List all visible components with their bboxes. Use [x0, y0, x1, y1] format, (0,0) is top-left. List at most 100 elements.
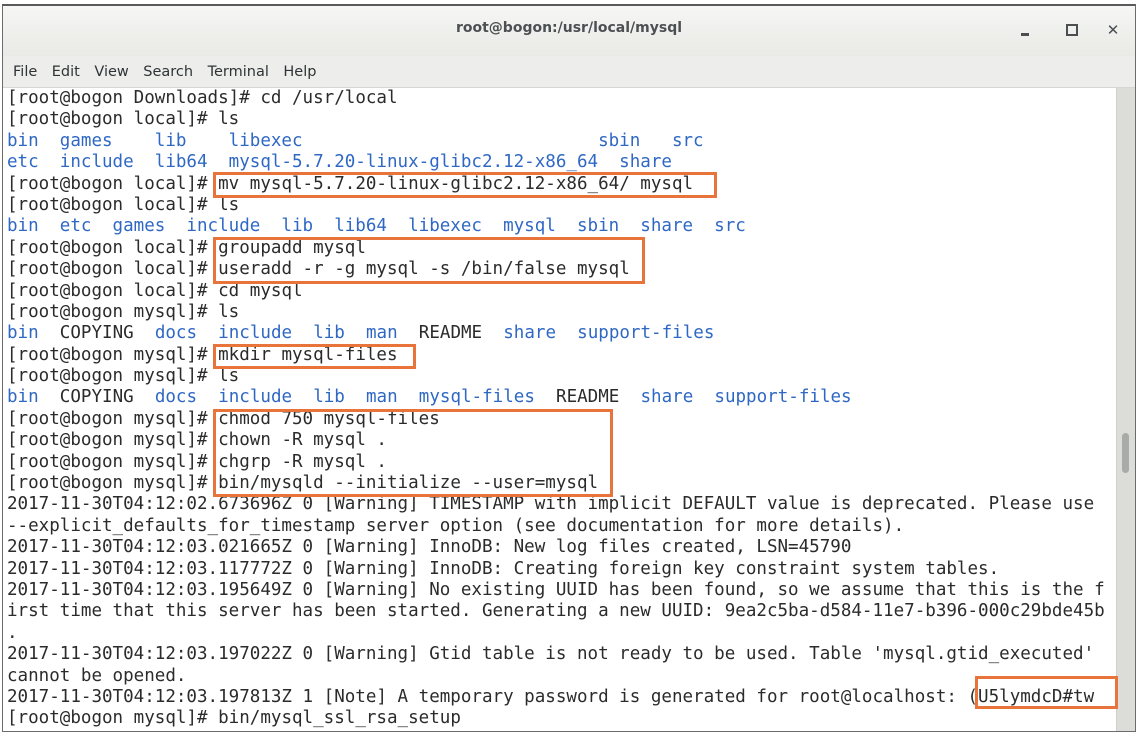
shell-command: ls: [218, 194, 240, 215]
shell-command: useradd -r -g mysql -s /bin/false mysql: [218, 259, 630, 280]
terminal-command-line: [root@bogon mysql]# chmod 750 mysql-file…: [7, 409, 1105, 430]
shell-prompt: [root@bogon mysql]#: [7, 473, 219, 494]
directory-entry: support-files: [577, 323, 715, 344]
scrollbar-thumb[interactable]: [1122, 433, 1129, 473]
shell-prompt: [root@bogon local]#: [7, 109, 219, 130]
directory-entry: lib: [313, 387, 345, 408]
maximize-button[interactable]: [1060, 18, 1084, 42]
directory-entry: support-files: [714, 387, 852, 408]
shell-command: bin/mysqld --initialize --user=mysql: [218, 473, 599, 494]
terminal-command-line: [root@bogon local]# groupadd mysql: [7, 238, 1105, 259]
ls-output-line: etc include lib64 mysql-5.7.20-linux-gli…: [7, 152, 1105, 173]
terminal-command-line: [root@bogon local]# cd mysql: [7, 281, 1105, 302]
close-button[interactable]: ✕: [1101, 18, 1125, 42]
log-output-line: 2017-11-30T04:12:03.197022Z 0 [Warning] …: [7, 644, 1105, 665]
log-output-line: 2017-11-30T04:12:03.021665Z 0 [Warning] …: [7, 537, 1105, 558]
shell-prompt: [root@bogon mysql]#: [7, 408, 219, 429]
terminal-command-line: [root@bogon mysql]# mkdir mysql-files: [7, 345, 1105, 366]
shell-command: chmod 750 mysql-files: [218, 408, 440, 429]
log-text: --explicit_defaults_for_timestamp server…: [7, 515, 905, 536]
title-bar[interactable]: root@bogon:/usr/local/mysql ✕: [3, 6, 1135, 56]
file-entry: COPYING: [59, 323, 134, 344]
directory-listing: etc include lib64 mysql-5.7.20-linux-gli…: [7, 152, 672, 173]
directory-entry: include: [218, 387, 293, 408]
directory-entry: include: [218, 323, 293, 344]
directory-entry: man: [365, 323, 398, 344]
menu-edit[interactable]: Edit: [52, 62, 80, 82]
shell-prompt: [root@bogon mysql]#: [7, 344, 219, 365]
log-output-line: cannot be opened.: [7, 666, 1105, 687]
menu-file[interactable]: File: [13, 62, 37, 82]
menu-view[interactable]: View: [94, 62, 128, 82]
shell-prompt: [root@bogon local]#: [7, 237, 219, 258]
shell-command: bin/mysql_ssl_rsa_setup: [218, 708, 461, 729]
directory-entry: mysql-files: [418, 387, 535, 408]
shell-command: chown -R mysql .: [218, 430, 387, 451]
shell-prompt: [root@bogon local]#: [7, 280, 219, 301]
log-text: irst time that this server has been star…: [7, 601, 1105, 622]
log-output-line: 2017-11-30T04:12:03.195649Z 0 [Warning] …: [7, 580, 1105, 601]
shell-prompt: [root@bogon local]#: [7, 259, 219, 280]
minimize-icon: [1021, 32, 1029, 36]
log-output-line: 2017-11-30T04:12:03.117772Z 0 [Warning] …: [7, 559, 1105, 580]
shell-prompt: [root@bogon mysql]#: [7, 366, 219, 387]
log-text: 2017-11-30T04:12:03.117772Z 0 [Warning] …: [7, 558, 1000, 579]
menu-help[interactable]: Help: [283, 62, 316, 82]
minimize-button[interactable]: [1013, 18, 1037, 42]
directory-entry: docs: [154, 387, 198, 408]
directory-entry: bin: [7, 387, 39, 408]
shell-prompt: [root@bogon mysql]#: [7, 301, 219, 322]
log-output-line: 2017-11-30T04:12:03.197813Z 1 [Note] A t…: [7, 687, 1105, 708]
file-entry: README: [556, 387, 620, 408]
vertical-scrollbar[interactable]: [1116, 88, 1135, 731]
shell-command: ls: [218, 109, 240, 130]
log-text: 2017-11-30T04:12:03.197813Z 1 [Note] A t…: [7, 686, 1095, 707]
shell-prompt: [root@bogon mysql]#: [7, 430, 219, 451]
directory-entry: docs: [154, 323, 198, 344]
shell-prompt: [root@bogon local]#: [7, 173, 219, 194]
terminal-output[interactable]: [root@bogon Downloads]# cd /usr/local [ro…: [3, 88, 1117, 731]
menu-search[interactable]: Search: [143, 62, 193, 82]
terminal-command-line: [root@bogon mysql]# bin/mysql_ssl_rsa_se…: [7, 708, 1105, 729]
ls-output-line: bin etc games include lib lib64 libexec …: [7, 216, 1105, 237]
ls-output-line: bin COPYING docs include lib man README …: [7, 323, 1105, 344]
log-text: cannot be opened.: [7, 665, 187, 686]
directory-entry: bin: [7, 323, 39, 344]
shell-prompt: [root@bogon mysql]#: [7, 451, 219, 472]
terminal-command-line: [root@bogon local]# ls: [7, 195, 1105, 216]
terminal-command-line: [root@bogon mysql]# ls: [7, 366, 1105, 387]
terminal-command-line: [root@bogon Downloads]# cd /usr/local: [7, 88, 1105, 109]
shell-command: mv mysql-5.7.20-linux-glibc2.12-x86_64/ …: [218, 173, 694, 194]
directory-entry: share: [640, 387, 694, 408]
shell-prompt: [root@bogon mysql]#: [7, 708, 219, 729]
file-entry: README: [418, 323, 483, 344]
terminal-command-line: [root@bogon mysql]# chgrp -R mysql .: [7, 452, 1105, 473]
shell-command: chgrp -R mysql .: [218, 451, 387, 472]
log-output-line: irst time that this server has been star…: [7, 601, 1105, 622]
menu-terminal[interactable]: Terminal: [208, 62, 269, 82]
log-text: .: [7, 622, 18, 643]
shell-command: ls: [218, 301, 240, 322]
terminal-command-line: [root@bogon mysql]# bin/mysqld --initial…: [7, 473, 1105, 494]
log-output-line: .: [7, 623, 1105, 644]
terminal-window: root@bogon:/usr/local/mysql ✕ File Edit …: [2, 4, 1136, 732]
log-text: 2017-11-30T04:12:03.197022Z 0 [Warning] …: [7, 644, 1095, 665]
directory-entry: man: [365, 387, 398, 408]
shell-command: mkdir mysql-files: [218, 344, 398, 365]
shell-prompt: [root@bogon Downloads]#: [7, 88, 261, 108]
ls-output-line: bin COPYING docs include lib man mysql-f…: [7, 387, 1105, 408]
